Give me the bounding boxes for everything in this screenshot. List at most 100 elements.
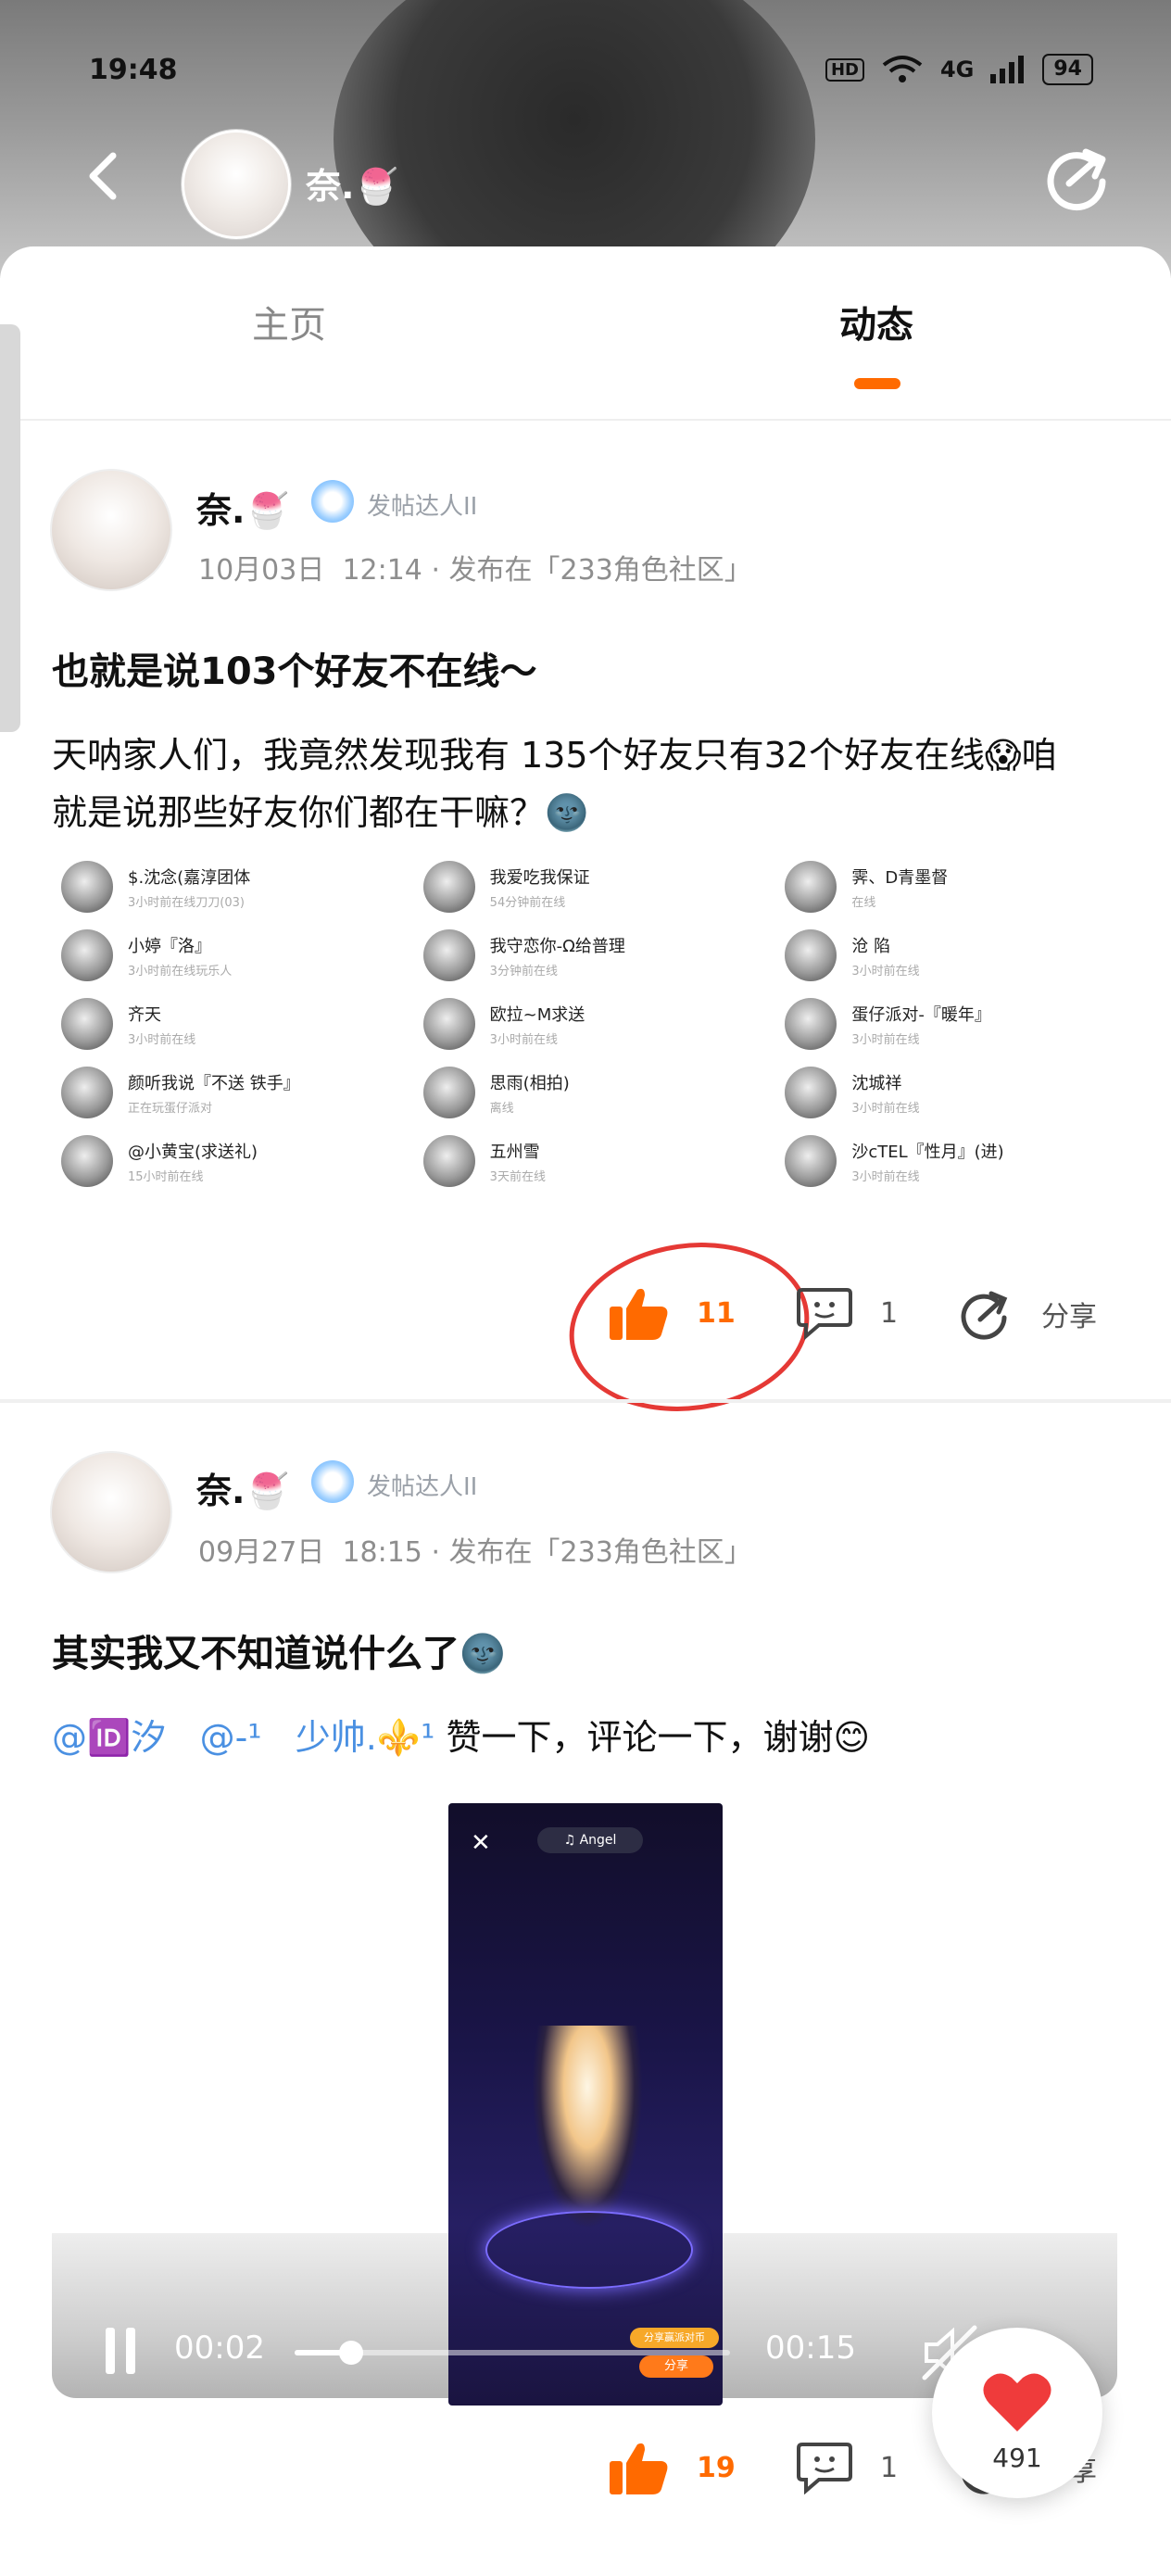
heart-icon [983, 2373, 1051, 2431]
screenshot-image[interactable]: 霁、D青墨督 在线沧 陷 3小时前在线 蛋仔派对-『暖年』 3小时前在线 沈城祥 3小时前在… [775, 852, 1127, 1232]
network-label: 4G [939, 57, 975, 82]
screenshot-image[interactable]: $.沈念(嘉淳团体 3小时前在线刀刀(03) 小婷『洛』 3小时前在线玩乐人 齐天 3小时… [52, 852, 403, 1232]
thumbs-up-icon [610, 2443, 668, 2494]
pause-icon[interactable] [102, 2328, 139, 2374]
friend-row: $.沈念(嘉淳团体 3小时前在线刀刀(03) [52, 852, 403, 921]
friend-avatar [785, 861, 837, 913]
post-meta: 10月03日 12:14 · 发布在「233角色社区」 [198, 554, 752, 587]
friend-avatar [785, 1135, 837, 1187]
friend-status: 在线 [851, 895, 876, 910]
video-progress-knob[interactable] [339, 2341, 364, 2365]
post-author-name[interactable]: 奈.🍧 [196, 1462, 289, 1513]
share-icon [961, 1291, 1008, 1340]
scroll-edge-handle[interactable] [0, 324, 20, 732]
friend-status: 3小时前在线 [851, 964, 920, 979]
header-username: 奈.🍧 [306, 166, 398, 207]
friend-avatar [61, 929, 113, 981]
post-meta: 09月27日 18:15 · 发布在「233角色社区」 [198, 1536, 752, 1569]
like-button[interactable]: 19 [610, 2441, 736, 2494]
friend-name: 颜听我说『不送 铁手』 [128, 1073, 300, 1093]
tab-active-indicator [854, 378, 900, 389]
friend-name: 思雨(相拍) [489, 1073, 570, 1093]
friend-row: 沈城祥 3小时前在线 [775, 1058, 1127, 1127]
comment-button[interactable]: 1 [797, 2441, 898, 2494]
friend-row: 齐天 3小时前在线 [52, 990, 403, 1058]
post-author-avatar[interactable] [50, 469, 172, 591]
friend-row: 我守恋你-Ω给普理 3分钟前在线 [414, 921, 765, 990]
post-badge: 发帖达人II [367, 493, 478, 521]
friend-status: 正在玩蛋仔派对 [128, 1101, 213, 1116]
post-image-gallery[interactable]: $.沈念(嘉淳团体 3小时前在线刀刀(03) 小婷『洛』 3小时前在线玩乐人 齐天 3小时… [52, 852, 1127, 1232]
post-author-name[interactable]: 奈.🍧 [196, 482, 289, 533]
friend-name: 我爱吃我保证 [489, 867, 590, 888]
friend-name: 沙cTEL『性月』(进) [851, 1142, 1004, 1162]
friend-status: 54分钟前在线 [489, 895, 566, 910]
friend-name: $.沈念(嘉淳团体 [128, 867, 251, 888]
tab-home[interactable]: 主页 [252, 295, 326, 348]
profile-tabs: 主页 动态 [0, 246, 1171, 421]
avatar-character [532, 2026, 643, 2229]
friend-name: 五州雪 [489, 1142, 540, 1162]
status-bar: 19:48 HD 4G 94 [0, 54, 1171, 91]
mention-link[interactable]: 少帅.⚜️¹ [296, 1717, 435, 1758]
friend-name: 蛋仔派对-『暖年』 [851, 1004, 991, 1025]
friend-status: 3小时前在线刀刀(03) [128, 895, 245, 910]
share-button[interactable]: 分享 [958, 1286, 1097, 1342]
mention-link[interactable]: @🆔汐 [52, 1717, 166, 1758]
friend-row: @小黄宝(求送礼) 15小时前在线 [52, 1127, 403, 1195]
comment-icon [797, 2443, 852, 2494]
mention-link[interactable]: @-¹ [200, 1717, 262, 1758]
post-title[interactable]: 也就是说103个好友不在线～ [52, 641, 537, 695]
friend-status: 15小时前在线 [128, 1169, 204, 1184]
header-avatar[interactable] [182, 130, 291, 239]
hd-icon: HD [825, 57, 864, 82]
post-actions: 11 1 分享 [0, 1227, 1171, 1427]
back-icon[interactable] [78, 148, 133, 204]
post-author-avatar[interactable] [50, 1451, 172, 1573]
badge-icon [311, 480, 354, 523]
friend-row: 思雨(相拍) 离线 [414, 1058, 765, 1127]
friend-row: 颜听我说『不送 铁手』正在玩蛋仔派对 [52, 1058, 403, 1127]
friend-status: 3小时前在线 [489, 1032, 558, 1047]
status-icons: HD 4G 94 [825, 54, 1093, 85]
friend-status: 3小时前在线 [851, 1169, 920, 1184]
comment-button[interactable]: 1 [797, 1286, 898, 1340]
friend-avatar [61, 861, 113, 913]
friend-name: 我守恋你-Ω给普理 [489, 936, 625, 956]
friend-avatar [422, 1067, 475, 1118]
friend-status: 3小时前在线 [851, 1032, 920, 1047]
friend-row: 我爱吃我保证 54分钟前在线 [414, 852, 765, 921]
floating-like-count: 491 [992, 2443, 1042, 2473]
share-icon[interactable] [1041, 139, 1115, 213]
friend-avatar [61, 1135, 113, 1187]
friend-row: 沙cTEL『性月』(进) 3小时前在线 [775, 1127, 1127, 1195]
post-body[interactable]: 天呐家人们，我竟然发现我有 135个好友只有32个好友在线😱咱 就是说那些好友你… [52, 726, 1127, 841]
post-body-line: 天呐家人们，我竟然发现我有 135个好友只有32个好友在线😱咱 [52, 735, 1057, 776]
magic-circle [485, 2211, 693, 2289]
post-body-text: 赞一下，评论一下，谢谢😊 [446, 1717, 871, 1758]
close-icon: ✕ [471, 1829, 491, 1857]
music-chip: ♫ Angel [537, 1827, 643, 1853]
video-current-time: 00:02 [174, 2330, 265, 2367]
tab-feed[interactable]: 动态 [839, 295, 913, 348]
post-badge: 发帖达人II [367, 1473, 478, 1501]
screenshot-image[interactable]: 我爱吃我保证 54分钟前在线 我守恋你-Ω给普理 3分钟前在线 欧拉~M求送 3小时前在线… [413, 852, 765, 1232]
thumbs-up-icon [610, 1288, 668, 1340]
friend-avatar [61, 1067, 113, 1118]
like-button[interactable]: 11 [610, 1286, 736, 1340]
profile-banner: 19:48 HD 4G 94 奈.🍧 [0, 0, 1171, 278]
friend-status: 离线 [489, 1101, 514, 1116]
friend-avatar [785, 998, 837, 1050]
friend-name: 霁、D青墨督 [851, 867, 949, 888]
friend-row: 霁、D青墨督在线 [775, 852, 1127, 921]
top-nav: 奈.🍧 [0, 130, 1171, 239]
comment-count: 1 [880, 2451, 899, 2484]
post-title[interactable]: 其实我又不知道说什么了🌚 [52, 1623, 506, 1677]
friend-row: 蛋仔派对-『暖年』 3小时前在线 [775, 990, 1127, 1058]
friend-avatar [785, 1067, 837, 1118]
video-frame[interactable]: ✕ ♫ Angel 分享赢派对币 分享 [448, 1803, 723, 2406]
comment-icon [797, 1288, 852, 1340]
post-body[interactable]: @🆔汐 @-¹ 少帅.⚜️¹ 赞一下，评论一下，谢谢😊 [52, 1709, 1127, 1766]
floating-like-button[interactable]: 491 [932, 2328, 1102, 2498]
friend-status: 3分钟前在线 [489, 964, 558, 979]
